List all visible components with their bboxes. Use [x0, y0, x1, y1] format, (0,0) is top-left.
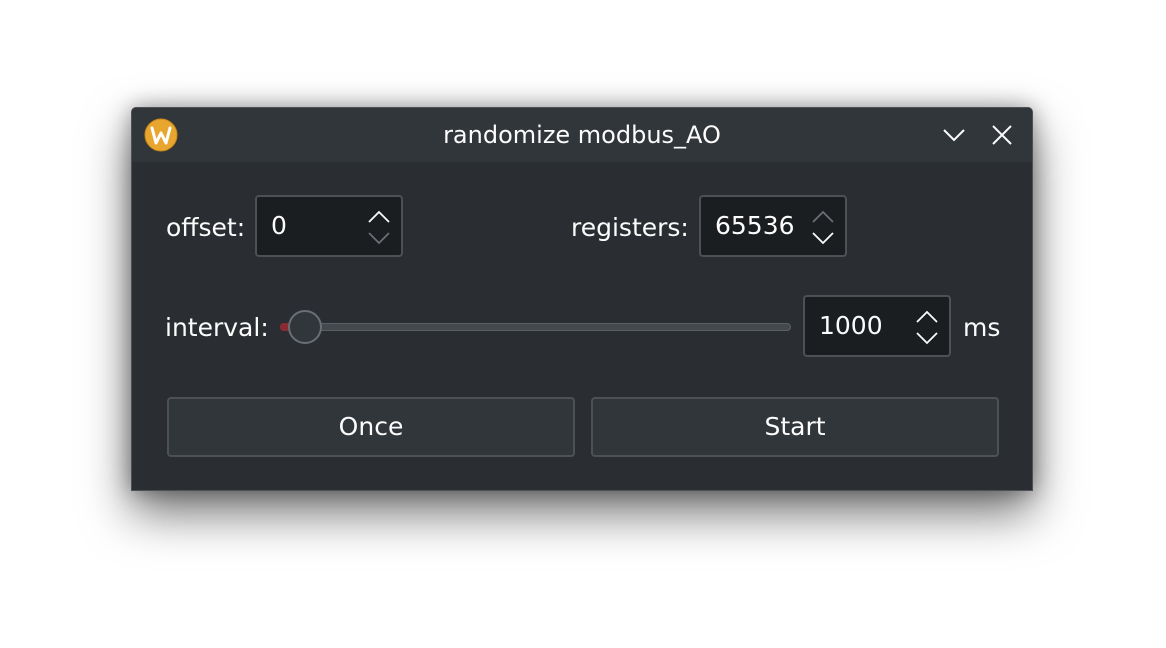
start-button[interactable]: Start: [591, 397, 999, 457]
interval-value[interactable]: 1000: [819, 297, 883, 355]
interval-label: interval:: [165, 313, 269, 342]
decrement-icon: [368, 232, 390, 245]
interval-slider-handle[interactable]: [288, 310, 322, 344]
dialog-window: randomize modbus_AO offset: 0 registers:…: [131, 107, 1033, 491]
minimize-button[interactable]: [939, 120, 969, 150]
registers-spinbox[interactable]: 65536: [699, 195, 847, 257]
offset-stepper[interactable]: [365, 205, 393, 249]
decrement-icon: [916, 332, 938, 345]
interval-slider-track[interactable]: [280, 323, 791, 331]
registers-label: registers:: [571, 213, 689, 242]
offset-spinbox[interactable]: 0: [255, 195, 403, 257]
close-icon: [992, 125, 1012, 145]
registers-stepper[interactable]: [809, 205, 837, 249]
title-bar[interactable]: randomize modbus_AO: [132, 108, 1032, 162]
interval-spinbox[interactable]: 1000: [803, 295, 951, 357]
once-button[interactable]: Once: [167, 397, 575, 457]
registers-value[interactable]: 65536: [715, 197, 795, 255]
offset-value[interactable]: 0: [271, 197, 287, 255]
interval-stepper[interactable]: [913, 305, 941, 349]
increment-icon: [812, 210, 834, 223]
close-button[interactable]: [987, 120, 1017, 150]
interval-unit-label: ms: [963, 313, 1001, 342]
offset-label: offset:: [166, 213, 246, 242]
increment-icon: [368, 210, 390, 223]
increment-icon: [916, 310, 938, 323]
window-title: randomize modbus_AO: [443, 121, 721, 149]
decrement-icon: [812, 232, 834, 245]
chevron-down-icon: [943, 129, 965, 142]
